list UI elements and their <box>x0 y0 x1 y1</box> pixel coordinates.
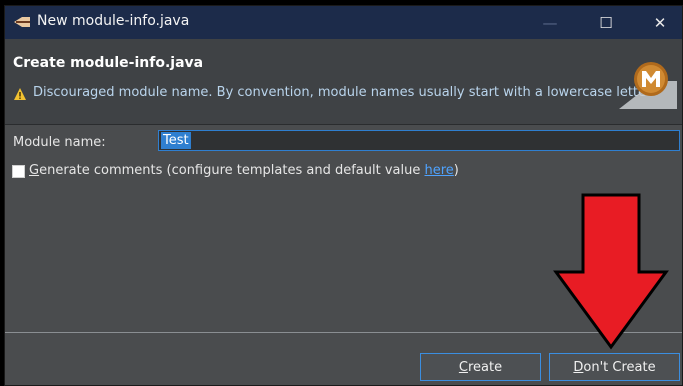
close-button[interactable]: ✕ <box>637 6 683 39</box>
minimize-button[interactable]: — <box>527 6 573 39</box>
templates-link[interactable]: here <box>425 163 454 178</box>
mnemonic-g: G <box>29 163 40 178</box>
generate-comments-suffix: ) <box>453 163 459 178</box>
page-title: Create module-info.java <box>13 55 204 71</box>
module-name-label: Module name: <box>13 135 106 150</box>
dont-create-mnemonic: D <box>573 359 584 375</box>
red-arrow-annotation <box>553 193 669 350</box>
dont-create-button[interactable]: Don't Create <box>549 353 680 381</box>
create-label: reate <box>467 359 503 375</box>
module-wizard-icon <box>619 62 677 109</box>
maximize-button[interactable]: ☐ <box>583 6 629 39</box>
generate-comments-checkbox[interactable] <box>12 165 25 178</box>
window-title: New module-info.java <box>37 13 190 29</box>
java-cup-icon <box>14 17 30 27</box>
create-mnemonic: C <box>458 359 468 375</box>
title-bar[interactable]: New module-info.java — ☐ ✕ <box>5 6 682 39</box>
module-name-input[interactable] <box>158 130 680 151</box>
generate-comments-text: enerate comments (configure templates an… <box>39 163 425 178</box>
warning-message: Discouraged module name. By convention, … <box>33 85 652 100</box>
warning-icon <box>14 88 26 100</box>
dialog-window: New module-info.java — ☐ ✕ Create module… <box>4 5 683 386</box>
wizard-header: Create module-info.java Discouraged modu… <box>5 39 682 125</box>
dont-create-label: on't Create <box>583 359 656 375</box>
create-button[interactable]: Create <box>420 353 541 381</box>
generate-comments-label[interactable]: Generate comments (configure templates a… <box>29 163 459 178</box>
module-name-value: Test <box>161 132 191 149</box>
